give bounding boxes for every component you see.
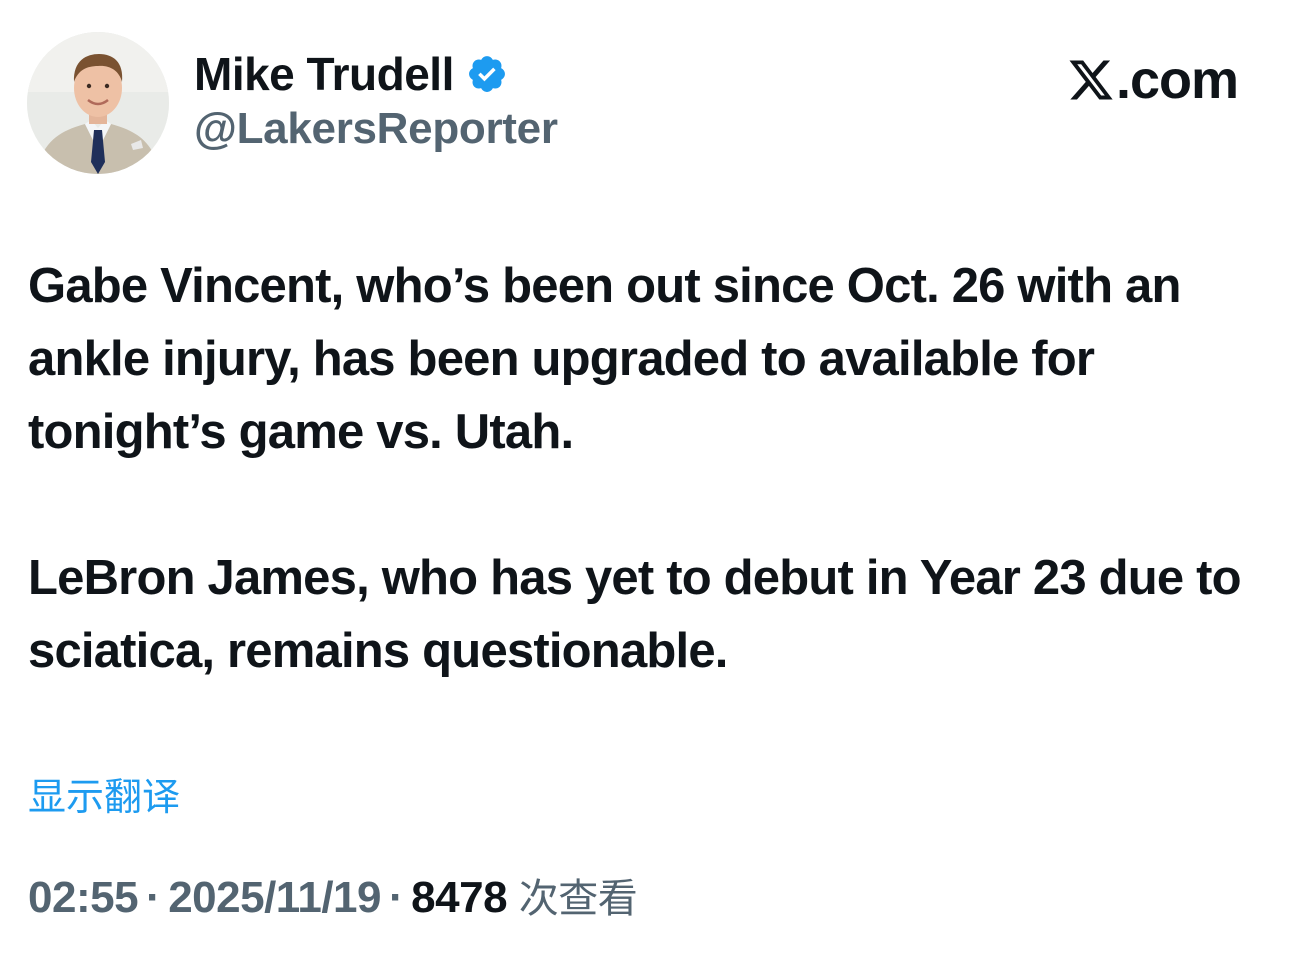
author-handle[interactable]: @LakersReporter xyxy=(194,104,558,154)
meta-separator: · xyxy=(389,873,404,922)
show-translation-link[interactable]: 显示翻译 xyxy=(28,766,180,821)
verified-badge-icon[interactable] xyxy=(466,53,508,95)
x-logo-icon xyxy=(1067,56,1115,104)
tweet-meta: 02:55 · 2025/11/19 · 8478 次查看 xyxy=(28,866,638,924)
x-brand: .com xyxy=(1067,50,1239,110)
tweet-date[interactable]: 2025/11/19 xyxy=(168,873,381,922)
tweet-time[interactable]: 02:55 xyxy=(28,873,139,922)
author-avatar[interactable] xyxy=(27,32,169,174)
tweet-paragraph: LeBron James, who has yet to debut in Ye… xyxy=(28,551,1242,678)
author-name-row: Mike Trudell xyxy=(194,44,508,104)
author-display-name[interactable]: Mike Trudell xyxy=(194,47,454,101)
views-label: 次查看 xyxy=(518,876,638,922)
tweet-text: Gabe Vincent, who’s been out since Oct. … xyxy=(28,250,1268,688)
views-count: 8478 xyxy=(411,873,508,922)
profile-photo xyxy=(27,32,169,174)
meta-separator: · xyxy=(146,873,161,922)
tweet-paragraph: Gabe Vincent, who’s been out since Oct. … xyxy=(28,259,1181,459)
brand-suffix: .com xyxy=(1115,50,1239,110)
